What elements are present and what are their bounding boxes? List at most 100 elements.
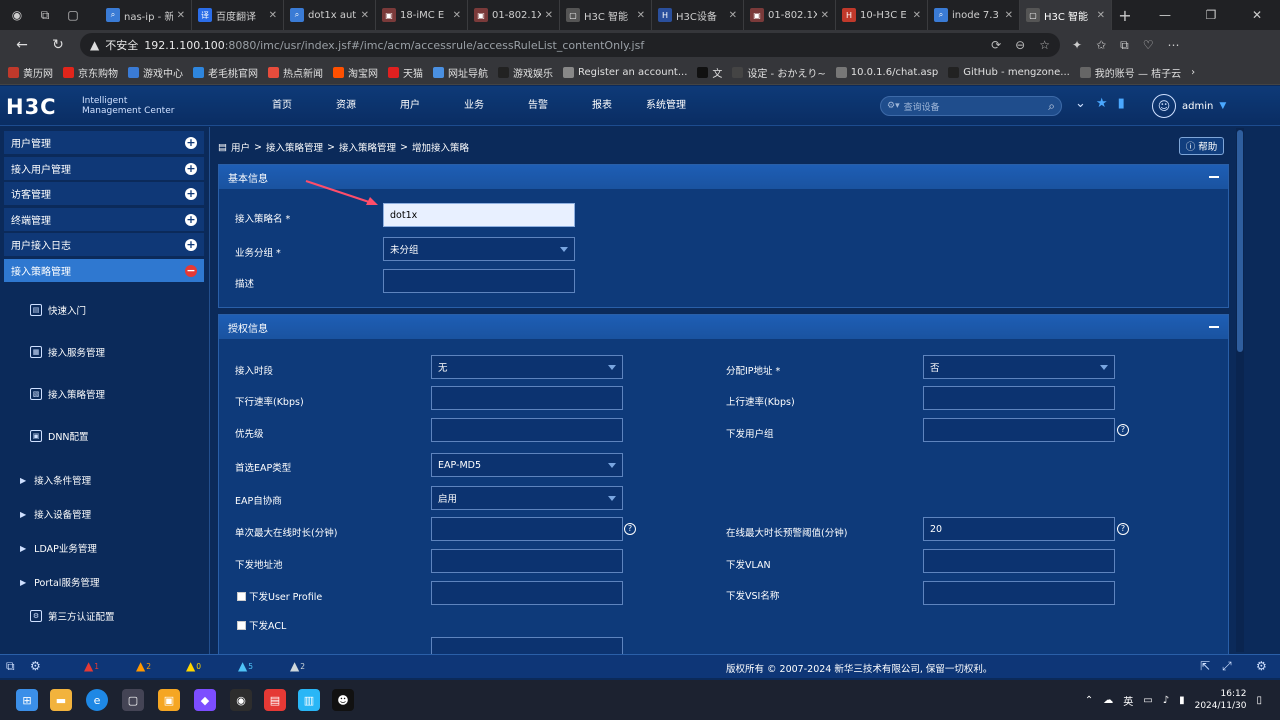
main-nav-item[interactable]: 用户 [378,86,442,126]
tab-close-icon[interactable]: ✕ [1005,10,1013,21]
workspaces-icon[interactable]: ⧉ [34,4,56,26]
tab-close-icon[interactable]: ✕ [913,10,921,21]
sidebar-item-user-management[interactable]: 用户管理 + [4,131,204,155]
help-question-icon[interactable]: ? [624,523,636,535]
alarm-indicator[interactable]: ▲ 5 [238,659,253,673]
sidebar-item-access-user-management[interactable]: 接入用户管理 + [4,157,204,181]
bookmark-item[interactable]: 天猫 [388,65,423,80]
user-profile-checkbox[interactable]: 下发User Profile [237,589,322,603]
expand-icon[interactable]: + [185,136,197,149]
bookmark-item[interactable]: 热点新闻 [268,65,323,80]
cloud-icon[interactable]: ☁ [1103,695,1113,706]
assign-ip-select[interactable]: 否 [923,355,1115,379]
monitor-icon[interactable]: ⧉ [6,659,15,674]
bookmark-item[interactable]: 淘宝网 [333,65,378,80]
export-icon[interactable]: ⇱ [1200,659,1210,673]
bookmark-item[interactable]: 网址导航 [433,65,488,80]
sidebar-item-access-log[interactable]: 用户接入日志 + [4,233,204,257]
clock[interactable]: 16:12 2024/11/30 [1195,688,1247,712]
extensions-icon[interactable]: ✦ [1072,38,1082,52]
main-nav-item[interactable]: 业务 [442,86,506,126]
main-nav-item[interactable]: 报表 [570,86,634,126]
tab-close-icon[interactable]: ✕ [1097,10,1105,21]
reload-icon[interactable]: ↻ [42,30,74,60]
bookmarks-more-icon[interactable]: › [1191,67,1195,78]
warning-icon[interactable]: ▲ [90,38,99,52]
ime-indicator[interactable]: 英 [1123,693,1133,708]
qq-icon[interactable]: ☻ [332,689,354,711]
menu-icon[interactable]: ⋯ [1167,38,1179,52]
acl-input[interactable] [431,637,623,655]
reader-icon[interactable]: ⊖ [1015,38,1025,52]
app-icon-2[interactable]: ◆ [194,689,216,711]
browser-tab[interactable]: ▣ 01-802.1X ✕ [744,0,836,30]
bookmark-item[interactable]: Register an account... [563,66,687,78]
acl-checkbox[interactable]: 下发ACL [237,618,286,632]
bookmark-item[interactable]: 我的账号 — 桔子云 [1079,65,1181,80]
search-icon[interactable]: ⌕ [1048,99,1055,114]
start-icon[interactable]: ⊞ [16,689,38,711]
expand-icon[interactable]: + [185,213,197,226]
collapse-icon[interactable]: ⌄ [1075,96,1086,111]
vsi-input[interactable] [923,581,1115,605]
sidebar-sub-third-party-auth[interactable]: ⚙ 第三方认证配置 [30,609,115,623]
minimize-icon[interactable]: — [1142,0,1188,30]
sidebar-item-access-policy-management[interactable]: 接入策略管理 − [4,259,204,283]
alarm-indicator[interactable]: ▲ 2 [136,659,151,673]
browser-tab[interactable]: ⌕ inode 7.3 ✕ [928,0,1020,30]
sidebar-item-terminal-management[interactable]: 终端管理 + [4,208,204,232]
browser-tab[interactable]: ▣ 01-802.1X ✕ [468,0,560,30]
browser-tab[interactable]: ⌕ nas-ip - 新 ✕ [100,0,192,30]
collapse-icon[interactable]: − [185,264,197,277]
app-icon-4[interactable]: ▤ [264,689,286,711]
sidebar-sub-dnn-config[interactable]: ▣ DNN配置 [30,429,89,443]
scrollbar-thumb[interactable] [1237,130,1243,352]
tab-close-icon[interactable]: ✕ [637,10,645,21]
battery-icon[interactable]: ▮ [1179,695,1185,706]
browser-tab[interactable]: H 10-H3C E ✕ [836,0,928,30]
address-pool-input[interactable] [431,549,623,573]
browser-tab[interactable]: ⌕ dot1x aut ✕ [284,0,376,30]
sidebar-sub-access-policy[interactable]: ▧ 接入策略管理 [30,387,105,401]
browser-tab[interactable]: ▢ H3C 智能 ✕ [1020,0,1112,30]
collapse-panel-icon[interactable] [1209,176,1219,178]
file-explorer-icon[interactable]: ▬ [50,689,72,711]
new-tab-button[interactable]: + [1112,6,1138,25]
tab-actions-icon[interactable]: ▢ [62,4,84,26]
tab-close-icon[interactable]: ✕ [269,10,277,21]
tab-close-icon[interactable]: ✕ [821,10,829,21]
restore-icon[interactable]: ❐ [1188,0,1234,30]
expand-icon[interactable]: + [185,187,197,200]
notepad-icon[interactable]: ▥ [298,689,320,711]
sidebar-sub-quick-start[interactable]: ▤ 快速入门 [30,303,86,317]
sidebar-sub-access-service[interactable]: ▦ 接入服务管理 [30,345,105,359]
bookmark-item[interactable]: 设定 - おかえり~ [732,65,826,80]
settings-icon[interactable]: ⚙ [30,659,41,673]
task-view-icon[interactable]: ▢ [122,689,144,711]
priority-input[interactable] [431,418,623,442]
sidebar-group-access-devices[interactable]: ▶ 接入设备管理 [20,507,91,522]
browser-tab[interactable]: ▣ 18-iMC E ✕ [376,0,468,30]
access-time-select[interactable]: 无 [431,355,623,379]
help-button[interactable]: ⓘ 帮助 [1179,137,1224,155]
star-icon[interactable]: ☆ [1039,38,1050,52]
tab-close-icon[interactable]: ✕ [177,10,185,21]
user-profile-input[interactable] [431,581,623,605]
search-scope-icon[interactable]: ⚙▾ [887,101,900,111]
performance-icon[interactable]: ♡ [1143,38,1154,52]
favorites-icon[interactable]: ✩ [1096,38,1106,52]
tab-close-icon[interactable]: ✕ [361,10,369,21]
volume-icon[interactable]: ♪ [1163,695,1169,706]
vlan-input[interactable] [923,549,1115,573]
main-nav-item[interactable]: 首页 [250,86,314,126]
online-warn-input[interactable]: 20 [923,517,1115,541]
bookmark-item[interactable]: 10.0.1.6/chat.asp [835,66,938,78]
sidebar-group-ldap[interactable]: ▶ LDAP业务管理 [20,541,97,556]
browser-tab[interactable]: 译百度翻译 ✕ [192,0,284,30]
user-menu[interactable]: ☺ admin ▼ [1152,94,1226,118]
bookmark-item[interactable]: 游戏中心 [128,65,183,80]
help-question-icon[interactable]: ? [1117,523,1129,535]
user-group-input[interactable] [923,418,1115,442]
help-question-icon[interactable]: ? [1117,424,1129,436]
alarm-indicator[interactable]: ▲ 2 [290,659,305,673]
